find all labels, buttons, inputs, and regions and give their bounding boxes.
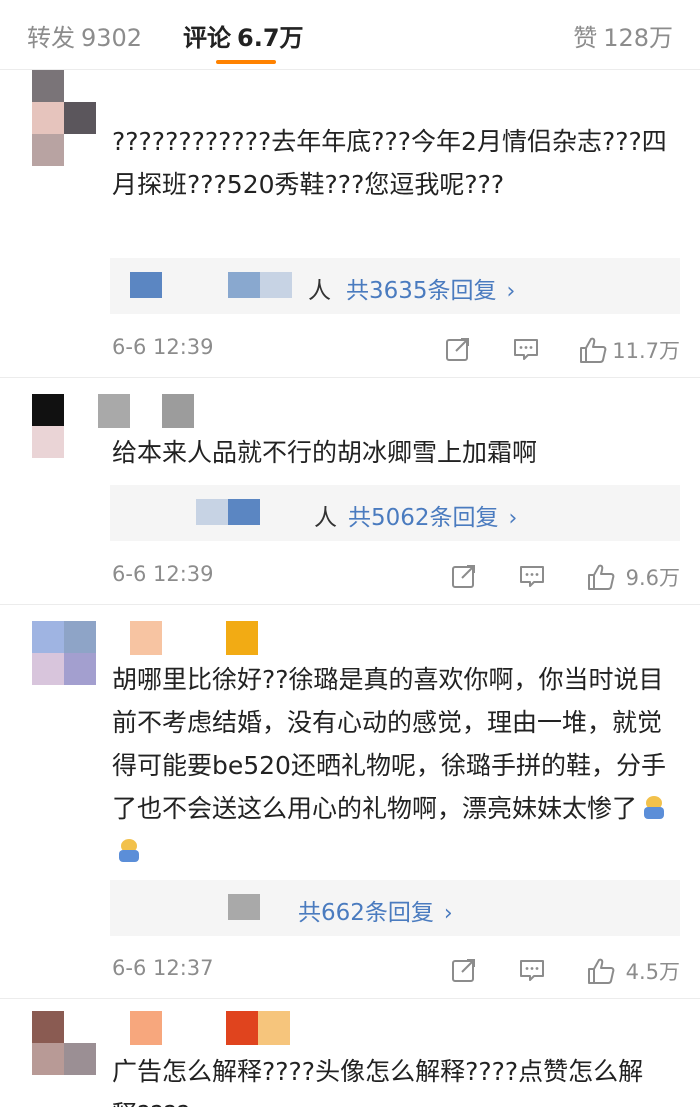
share-icon[interactable] <box>444 335 472 365</box>
sad-emoji-icon <box>118 838 140 862</box>
comment-text-content: 胡哪里比徐好??徐璐是真的喜欢你啊，你当时说目前不考虑结婚，没有心动的感觉，理由… <box>112 665 666 823</box>
like-button[interactable] <box>586 956 616 986</box>
tab-likes[interactable]: 赞 128万 <box>573 18 673 53</box>
comment-time: 6-6 12:39 <box>112 335 214 359</box>
comment-divider <box>0 377 700 378</box>
comment-meta: 6-6 12:39 9.6万 <box>112 562 680 592</box>
view-replies-label: 共662条回复 <box>298 900 434 926</box>
chevron-right-icon: › <box>443 901 453 926</box>
reply-preview[interactable]: 共662条回复 › <box>110 880 680 936</box>
view-replies-label: 共5062条回复 <box>348 505 499 531</box>
view-replies-link[interactable]: 共5062条回复 › <box>348 498 517 532</box>
share-icon[interactable] <box>450 956 478 986</box>
like-button[interactable] <box>586 562 616 592</box>
comment-tab-bar: 转发 9302 评论 6.7万 赞 128万 <box>0 0 700 70</box>
sad-emoji-icon <box>643 795 665 819</box>
comment-icon[interactable] <box>518 956 546 986</box>
avatar[interactable] <box>32 1011 96 1107</box>
comment-text: ????????????去年年底???今年2月情侣杂志???四月探班???520… <box>112 127 667 199</box>
chevron-right-icon: › <box>508 506 518 531</box>
tab-repost-count: 9302 <box>81 24 143 52</box>
avatar[interactable] <box>32 394 96 490</box>
comment-text: 给本来人品就不行的胡冰卿雪上加霜啊 <box>112 438 538 467</box>
like-count: 4.5万 <box>625 960 680 984</box>
comment-time: 6-6 12:37 <box>112 956 214 980</box>
comment-icon[interactable] <box>512 335 540 365</box>
like-count: 9.6万 <box>625 566 680 590</box>
tab-comments[interactable]: 评论 6.7万 <box>183 18 304 53</box>
tab-comments-label: 评论 <box>183 24 231 52</box>
comment-text: 胡哪里比徐好??徐璐是真的喜欢你啊，你当时说目前不考虑结婚，没有心动的感觉，理由… <box>112 658 682 873</box>
view-replies-link[interactable]: 共3635条回复 › <box>346 271 515 305</box>
share-icon[interactable] <box>450 562 478 592</box>
avatar[interactable] <box>32 621 96 717</box>
chevron-right-icon: › <box>506 279 516 304</box>
avatar[interactable] <box>32 70 96 166</box>
tab-comments-count: 6.7万 <box>237 24 304 52</box>
active-tab-indicator <box>216 60 276 64</box>
thumbs-up-icon <box>588 564 615 590</box>
reply-names-suffix: 人 <box>308 278 331 304</box>
comment-text: 广告怎么解释????头像怎么解释????点赞怎么解释???? <box>112 1057 644 1107</box>
tab-likes-label: 赞 <box>573 24 598 52</box>
comment-icon[interactable] <box>518 562 546 592</box>
thumbs-up-icon <box>580 337 607 363</box>
tab-repost[interactable]: 转发 9302 <box>27 18 142 53</box>
reply-names-suffix: 人 <box>314 505 337 531</box>
comment-time: 6-6 12:39 <box>112 562 214 586</box>
reply-preview[interactable]: 人 共5062条回复 › <box>110 485 680 541</box>
comment-divider <box>0 998 700 999</box>
comment-meta: 6-6 12:39 11.7万 <box>112 335 680 365</box>
view-replies-label: 共3635条回复 <box>346 278 497 304</box>
comment-divider <box>0 604 700 605</box>
reply-preview[interactable]: 人 共3635条回复 › <box>110 258 680 314</box>
tab-repost-label: 转发 <box>27 24 75 52</box>
like-button[interactable] <box>578 335 608 365</box>
view-replies-link[interactable]: 共662条回复 › <box>298 893 453 927</box>
comment-meta: 6-6 12:37 4.5万 <box>112 956 680 986</box>
tab-likes-count: 128万 <box>603 24 673 52</box>
thumbs-up-icon <box>588 958 615 984</box>
like-count: 11.7万 <box>612 339 680 363</box>
